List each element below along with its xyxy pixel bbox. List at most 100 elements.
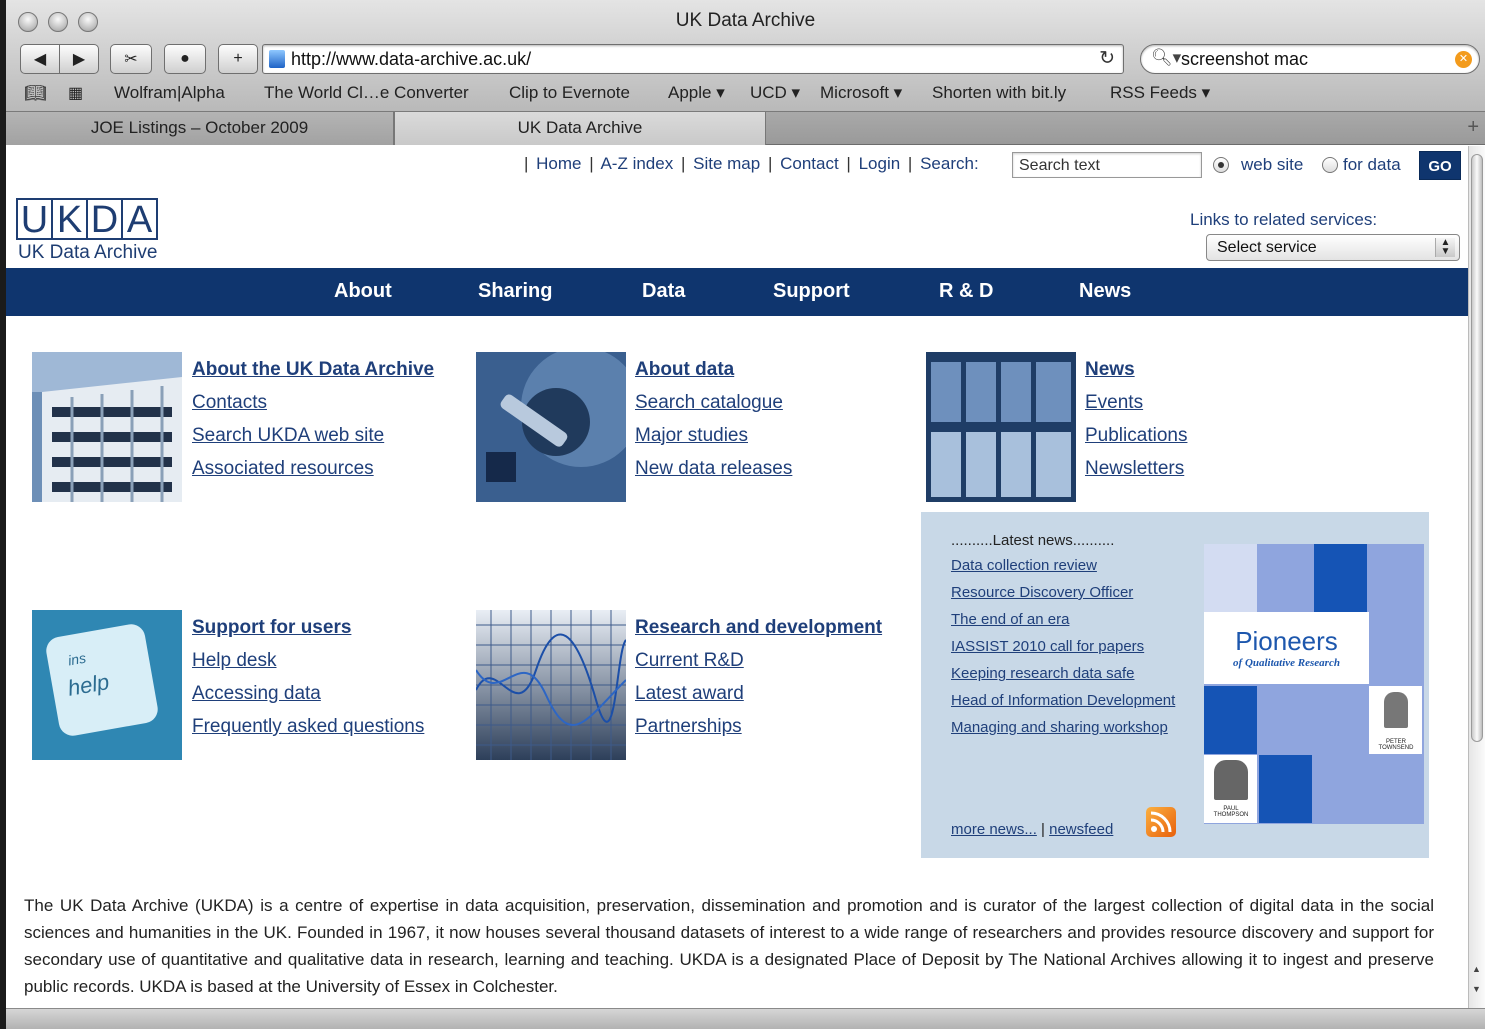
bookmark-item[interactable]: Apple ▾	[668, 83, 725, 103]
back-arrow-icon: ◀	[33, 51, 47, 68]
support-heading[interactable]: Support for users	[192, 611, 424, 644]
logo-letter: K	[51, 198, 88, 240]
news-links: News Events Publications Newsletters	[1085, 353, 1187, 485]
more-news-row: more news... | newsfeed	[951, 821, 1113, 838]
partnerships-link[interactable]: Partnerships	[635, 710, 882, 743]
current-rd-link[interactable]: Current R&D	[635, 644, 882, 677]
browser-search-field[interactable]: 🔍︎▾ screenshot mac ✕	[1140, 44, 1480, 74]
radio-for-data-label: for data	[1343, 155, 1401, 174]
newsletters-link[interactable]: Newsletters	[1085, 452, 1187, 485]
mainnav-news[interactable]: News	[1079, 280, 1131, 303]
clear-search-icon[interactable]: ✕	[1455, 51, 1472, 68]
new-data-releases-link[interactable]: New data releases	[635, 452, 792, 485]
major-studies-link[interactable]: Major studies	[635, 419, 792, 452]
radio-web-site[interactable]	[1213, 157, 1229, 173]
mainnav-sharing[interactable]: Sharing	[478, 280, 552, 303]
publications-link[interactable]: Publications	[1085, 419, 1187, 452]
support-links: Support for users Help desk Accessing da…	[192, 611, 424, 743]
bookmark-item[interactable]: UCD ▾	[750, 83, 800, 103]
news-item[interactable]: Head of Information Development	[951, 690, 1181, 711]
related-services-select[interactable]: Select service ▲ ▼	[1206, 234, 1460, 261]
related-services-value: Select service	[1217, 239, 1317, 256]
accessing-data-link[interactable]: Accessing data	[192, 677, 424, 710]
search-ukda-link[interactable]: Search UKDA web site	[192, 419, 434, 452]
nav-site-map-link[interactable]: Site map	[693, 154, 760, 173]
forward-button[interactable]: ▶	[59, 44, 99, 74]
book-icon[interactable]: 📖︎	[24, 83, 47, 104]
window-title: UK Data Archive	[675, 10, 816, 31]
mainnav-support[interactable]: Support	[773, 280, 850, 303]
news-heading[interactable]: News	[1085, 353, 1187, 386]
nav-az-index-link[interactable]: A-Z index	[600, 154, 673, 173]
back-button[interactable]: ◀	[20, 44, 60, 74]
help-desk-link[interactable]: Help desk	[192, 644, 424, 677]
bookmark-item[interactable]: RSS Feeds ▾	[1110, 83, 1210, 103]
news-item[interactable]: The end of an era	[951, 609, 1181, 630]
faq-link[interactable]: Frequently asked questions	[192, 710, 424, 743]
graph-photo	[476, 610, 626, 760]
evernote-button[interactable]: ●	[164, 44, 206, 74]
grid-icon[interactable]: ▦	[68, 83, 83, 103]
scrollbar-thumb[interactable]	[1471, 154, 1483, 742]
radio-for-data[interactable]	[1322, 157, 1338, 173]
mainnav-data[interactable]: Data	[642, 280, 685, 303]
bookmark-item[interactable]: Clip to Evernote	[509, 83, 630, 103]
search-label: Search:	[920, 154, 979, 173]
contacts-link[interactable]: Contacts	[192, 386, 434, 419]
events-link[interactable]: Events	[1085, 386, 1187, 419]
associated-resources-link[interactable]: Associated resources	[192, 452, 434, 485]
latest-award-link[interactable]: Latest award	[635, 677, 882, 710]
vertical-scrollbar[interactable]: ▲ ▼	[1468, 146, 1485, 1008]
help-key-photo: ins help	[32, 610, 182, 760]
bookmark-item[interactable]: Wolfram|Alpha	[114, 83, 225, 103]
reload-icon[interactable]: ↻	[1099, 47, 1115, 70]
latest-news-box: ..........Latest news.......... Data col…	[921, 512, 1429, 858]
new-tab-icon[interactable]: +	[1467, 116, 1479, 139]
go-button[interactable]: GO	[1419, 151, 1461, 180]
pioneers-title: Pioneers	[1235, 626, 1338, 656]
logo-letter: U	[16, 198, 53, 240]
rd-heading[interactable]: Research and development	[635, 611, 882, 644]
mainnav-about[interactable]: About	[334, 280, 392, 303]
newsfeed-link[interactable]: newsfeed	[1049, 821, 1113, 838]
search-catalogue-link[interactable]: Search catalogue	[635, 386, 792, 419]
news-item[interactable]: Keeping research data safe	[951, 663, 1181, 684]
caption-townsend: PETER TOWNSEND	[1378, 739, 1414, 751]
window-titlebar: UK Data Archive ◀ ▶ ✂ ● + http://www.dat…	[6, 0, 1485, 112]
browser-search-text[interactable]: screenshot mac	[1181, 49, 1308, 70]
news-item[interactable]: Resource Discovery Officer	[951, 582, 1181, 603]
more-news-link[interactable]: more news...	[951, 821, 1037, 838]
scroll-down-icon[interactable]: ▼	[1472, 984, 1481, 994]
add-bookmark-button[interactable]: +	[218, 44, 258, 74]
ukda-logo[interactable]: U K D A UK Data Archive	[16, 198, 158, 264]
news-item[interactable]: Managing and sharing workshop	[951, 717, 1181, 738]
site-search-input[interactable]: Search text	[1012, 152, 1202, 178]
mainnav-rd[interactable]: R & D	[939, 280, 993, 303]
address-bar[interactable]: http://www.data-archive.ac.uk/ ↻	[262, 44, 1124, 74]
bookmark-item[interactable]: The World Cl…e Converter	[264, 83, 469, 103]
tab-joe-listings[interactable]: JOE Listings – October 2009	[6, 112, 394, 145]
nav-home-link[interactable]: Home	[536, 154, 581, 173]
tab-bar: JOE Listings – October 2009 UK Data Arch…	[6, 112, 1485, 145]
pioneers-banner[interactable]: Pioneers of Qualitative Research PETER T…	[1204, 544, 1424, 824]
clip-button[interactable]: ✂	[110, 44, 152, 74]
select-arrows-icon: ▲ ▼	[1435, 238, 1455, 257]
scissors-icon: ✂	[124, 51, 138, 68]
news-item[interactable]: Data collection review	[951, 555, 1181, 576]
tab-uk-data-archive[interactable]: UK Data Archive	[394, 112, 766, 145]
nav-contact-link[interactable]: Contact	[780, 154, 839, 173]
svg-text:ins: ins	[67, 650, 87, 669]
pioneers-title-panel: Pioneers of Qualitative Research	[1204, 612, 1369, 684]
nav-login-link[interactable]: Login	[859, 154, 901, 173]
caption-thompson: PAUL THOMPSON	[1213, 806, 1249, 818]
search-icon[interactable]: 🔍︎▾	[1151, 48, 1181, 68]
scroll-up-icon[interactable]: ▲	[1472, 964, 1481, 974]
rss-feed-icon[interactable]	[1146, 807, 1176, 837]
radio-web-site-label: web site	[1241, 155, 1304, 174]
about-data-heading[interactable]: About data	[635, 353, 792, 386]
news-item[interactable]: IASSIST 2010 call for papers	[951, 636, 1181, 657]
url-text[interactable]: http://www.data-archive.ac.uk/	[291, 49, 531, 70]
about-ukda-heading[interactable]: About the UK Data Archive	[192, 353, 434, 386]
bookmark-item[interactable]: Shorten with bit.ly	[932, 83, 1066, 103]
bookmark-item[interactable]: Microsoft ▾	[820, 83, 902, 103]
